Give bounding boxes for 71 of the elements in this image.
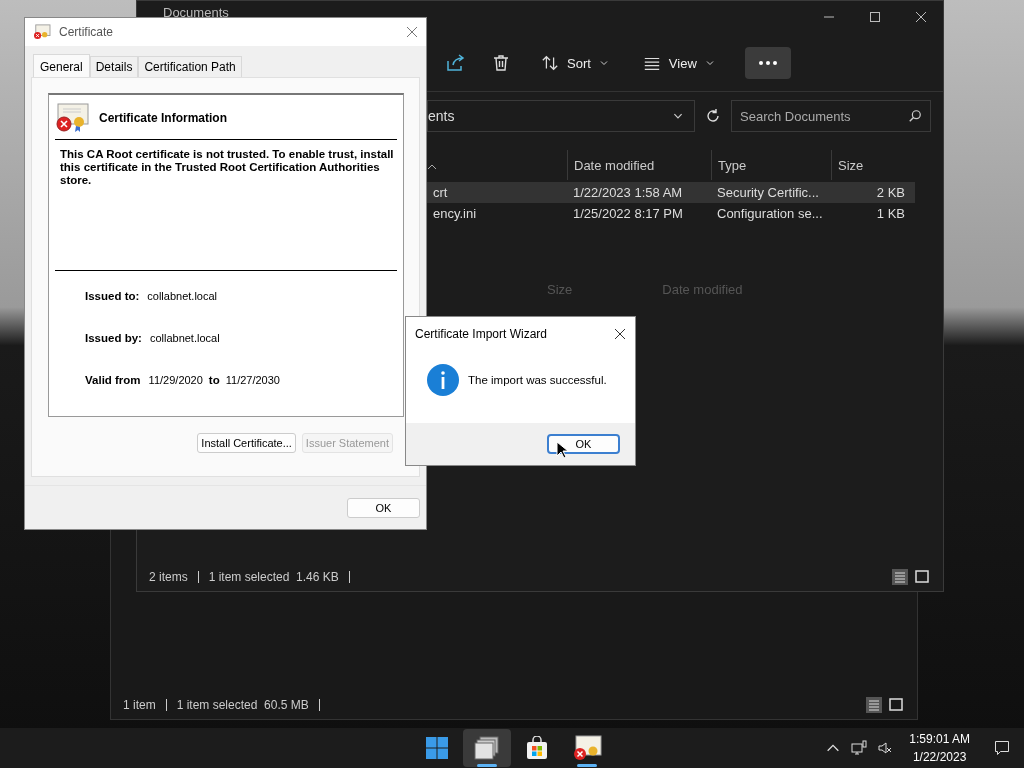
- windows-logo-icon: [425, 736, 449, 760]
- refresh-icon[interactable]: [705, 108, 721, 124]
- tiles-view-icon[interactable]: [913, 568, 931, 586]
- column-header[interactable]: Date modified: [567, 150, 711, 180]
- dialog-button[interactable]: Install Certificate...: [197, 433, 296, 453]
- clock-time[interactable]: 1:59:01 AM: [909, 732, 970, 746]
- address-bar[interactable]: ents: [427, 100, 695, 132]
- notification-icon[interactable]: [994, 740, 1010, 756]
- network-icon[interactable]: [851, 740, 868, 756]
- more-button[interactable]: [744, 47, 791, 79]
- type-cell-text: Configuration se...: [716, 206, 824, 221]
- status-text: 1 item selected 60.5 MB: [176, 699, 320, 711]
- ok-button[interactable]: OK: [547, 434, 620, 454]
- speaker-muted-icon[interactable]: [877, 740, 894, 756]
- tiles-view-icon[interactable]: [887, 696, 905, 714]
- date-cell-text: 1/25/2022 8:17 PM: [572, 206, 684, 221]
- tab[interactable]: General: [33, 54, 90, 77]
- delete-icon[interactable]: [491, 53, 511, 73]
- section-heading: Certificate Information: [99, 111, 227, 125]
- file-name: crt: [432, 185, 449, 200]
- more-dots-icon: [757, 60, 778, 66]
- field-label: Issued by:: [85, 332, 142, 344]
- field-label: to: [208, 374, 220, 386]
- dialog-title: Certificate Import Wizard: [415, 327, 548, 341]
- mouse-cursor-icon: [556, 441, 568, 459]
- toolbar-menu-button[interactable]: Sort: [537, 50, 613, 76]
- column-header[interactable]: Size: [831, 150, 911, 180]
- status-text: 2 items: [149, 571, 199, 583]
- info-icon: [427, 364, 459, 396]
- certificate-icon: [55, 103, 89, 133]
- sort-caret-icon: [427, 164, 437, 170]
- certificate-icon: [572, 735, 602, 761]
- clock-date[interactable]: 1/22/2023: [912, 750, 967, 764]
- status-text: 1 item: [123, 699, 167, 711]
- field-label: Valid from: [85, 374, 141, 386]
- share-icon[interactable]: [445, 53, 465, 73]
- shopping-bag-icon: [525, 736, 549, 760]
- date-cell-text: 1/22/2023 1:58 AM: [572, 185, 684, 200]
- valid-to-date: 11/27/2030: [225, 374, 280, 386]
- ok-button[interactable]: OK: [347, 497, 420, 518]
- field-value: collabnet.local: [147, 290, 218, 302]
- status-text: 1 item selected 1.46 KB: [208, 571, 350, 583]
- folders-icon: [474, 736, 500, 760]
- column-header[interactable]: Type: [711, 150, 831, 180]
- size-cell-text: 1 KB: [875, 206, 906, 221]
- success-message: The import was successful.: [468, 374, 607, 386]
- tab[interactable]: Certification Path: [138, 56, 242, 77]
- field-label: Issued to:: [85, 290, 140, 302]
- certificate-icon: [33, 24, 51, 40]
- details-view-icon[interactable]: [891, 568, 909, 586]
- field-value: collabnet.local: [149, 332, 220, 344]
- tab[interactable]: Details: [89, 56, 139, 77]
- details-view-icon[interactable]: [865, 696, 883, 714]
- maximize-icon[interactable]: [869, 11, 881, 23]
- toolbar-menu-button[interactable]: View: [638, 50, 719, 76]
- dialog-title: Certificate: [59, 25, 114, 39]
- close-icon[interactable]: [614, 328, 626, 340]
- file-name: ency.ini: [432, 206, 478, 221]
- chevron-down-icon: [598, 58, 609, 68]
- chevron-down-icon: [704, 58, 715, 68]
- search-icon: [908, 109, 922, 123]
- window-title: Documents: [163, 5, 229, 20]
- valid-from-date: 11/29/2020: [148, 374, 203, 386]
- search-field[interactable]: Search Documents: [731, 100, 931, 132]
- size-cell-text: 2 KB: [875, 185, 906, 200]
- column-header: Date modified: [662, 282, 743, 297]
- sort-arrows-icon: [541, 54, 559, 72]
- type-cell-text: Security Certific...: [716, 185, 820, 200]
- close-icon[interactable]: [915, 11, 927, 23]
- column-header: Size: [547, 282, 573, 297]
- taskbar-app-button[interactable]: [463, 729, 511, 767]
